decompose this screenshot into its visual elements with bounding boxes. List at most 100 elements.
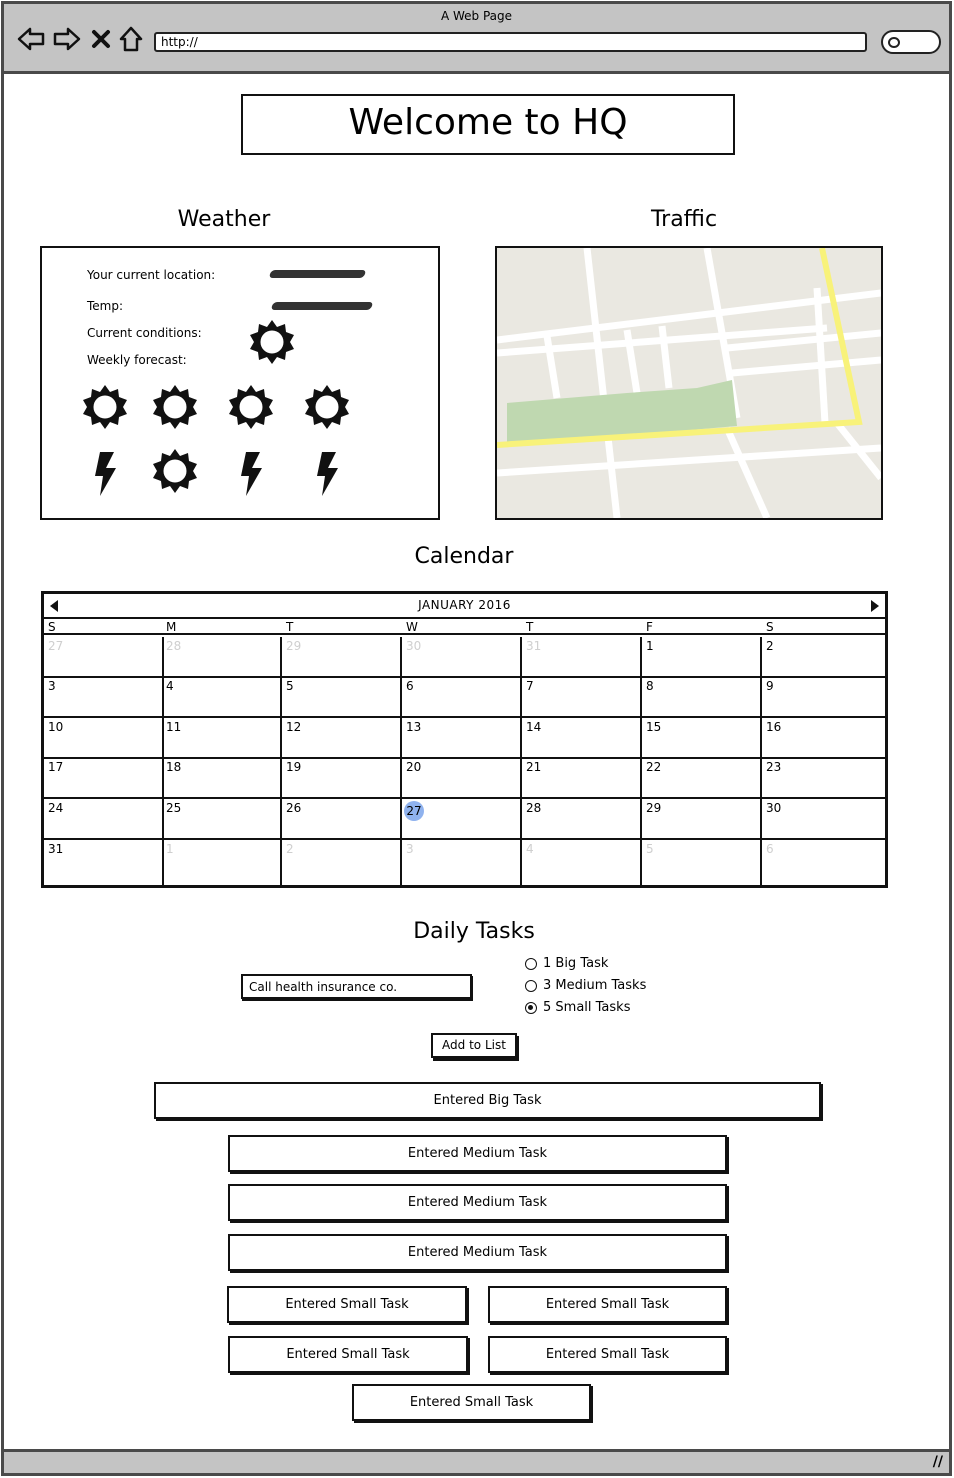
prev-month-icon[interactable] <box>50 600 58 612</box>
home-icon[interactable] <box>118 24 144 54</box>
calendar-day-cell[interactable]: 27 <box>402 799 522 840</box>
calendar-day-cell[interactable]: 3 <box>402 840 522 885</box>
calendar-day-number: 29 <box>646 801 662 815</box>
calendar-day-cell[interactable]: 23 <box>762 758 885 799</box>
calendar-day-cell[interactable]: 3 <box>44 677 164 718</box>
medium-task-item[interactable]: Entered Medium Task <box>228 1184 727 1221</box>
calendar-day-cell[interactable]: 24 <box>44 799 164 840</box>
conditions-label: Current conditions: <box>87 326 202 340</box>
sun-icon <box>229 385 273 429</box>
calendar-day-cell[interactable]: 21 <box>522 758 642 799</box>
calendar-widget: JANUARY 2016 SMTWTFS 27 28 29 30 31 1 2 3 4 5 6 7 8 9… <box>41 591 888 888</box>
task-input[interactable]: Call health insurance co. <box>241 974 472 999</box>
calendar-day-cell[interactable]: 25 <box>162 799 282 840</box>
calendar-day-cell[interactable]: 29 <box>642 799 762 840</box>
sun-icon <box>305 385 349 429</box>
calendar-day-number: 30 <box>766 801 782 815</box>
url-input[interactable]: http:// <box>154 32 867 52</box>
calendar-day-cell[interactable]: 30 <box>762 799 885 840</box>
calendar-day-number: 5 <box>646 842 654 856</box>
calendar-day-cell[interactable]: 30 <box>402 637 522 678</box>
small-task-item[interactable]: Entered Small Task <box>488 1336 727 1373</box>
sun-icon <box>83 385 127 429</box>
calendar-day-cell[interactable]: 8 <box>642 677 762 718</box>
calendar-day-cell[interactable]: 29 <box>282 637 402 678</box>
calendar-day-number: 27 <box>48 639 64 653</box>
calendar-heading: Calendar <box>414 544 514 569</box>
calendar-day-cell[interactable]: 7 <box>522 677 642 718</box>
calendar-day-cell[interactable]: 31 <box>522 637 642 678</box>
calendar-day-cell[interactable]: 6 <box>402 677 522 718</box>
small-task-item[interactable]: Entered Small Task <box>488 1286 727 1323</box>
radio-button[interactable] <box>525 957 537 970</box>
calendar-day-cell[interactable]: 1 <box>642 637 762 678</box>
calendar-day-cell[interactable]: 27 <box>44 637 164 678</box>
calendar-day-cell[interactable]: 5 <box>642 840 762 885</box>
add-to-list-button[interactable]: Add to List <box>431 1033 517 1058</box>
calendar-day-number: 13 <box>406 720 422 734</box>
medium-task-item[interactable]: Entered Medium Task <box>228 1135 727 1172</box>
calendar-day-number: 12 <box>286 720 302 734</box>
calendar-day-cell[interactable]: 14 <box>522 718 642 759</box>
calendar-day-cell[interactable]: 31 <box>44 840 164 885</box>
map-graphic <box>497 248 881 518</box>
calendar-day-cell[interactable]: 1 <box>162 840 282 885</box>
calendar-day-cell[interactable]: 19 <box>282 758 402 799</box>
next-month-icon[interactable] <box>871 600 879 612</box>
calendar-day-cell[interactable]: 2 <box>282 840 402 885</box>
calendar-day-number: 22 <box>646 760 662 774</box>
calendar-day-cell[interactable]: 28 <box>522 799 642 840</box>
radio-button[interactable] <box>525 979 537 992</box>
resize-grip-icon[interactable]: // <box>933 1454 943 1470</box>
radio-label: 1 Big Task <box>543 956 609 971</box>
calendar-day-cell[interactable]: 11 <box>162 718 282 759</box>
calendar-day-number: 5 <box>286 679 294 693</box>
calendar-day-number: 2 <box>766 639 774 653</box>
search-field[interactable] <box>881 30 941 54</box>
calendar-day-cell[interactable]: 17 <box>44 758 164 799</box>
big-task-item[interactable]: Entered Big Task <box>154 1082 821 1119</box>
calendar-day-cell[interactable]: 4 <box>522 840 642 885</box>
radio-big-task[interactable]: 1 Big Task <box>525 956 608 971</box>
window-title: A Web Page <box>440 9 513 23</box>
calendar-day-number: 27 <box>404 801 424 821</box>
calendar-day-cell[interactable]: 22 <box>642 758 762 799</box>
radio-small-tasks[interactable]: 5 Small Tasks <box>525 1000 630 1015</box>
calendar-day-cell[interactable]: 18 <box>162 758 282 799</box>
browser-toolbar: A Web Page http:// <box>4 4 949 74</box>
calendar-day-cell[interactable]: 28 <box>162 637 282 678</box>
calendar-day-cell[interactable]: 16 <box>762 718 885 759</box>
forward-arrow-icon[interactable] <box>52 24 82 54</box>
close-icon[interactable] <box>90 24 112 54</box>
calendar-day-cell[interactable]: 20 <box>402 758 522 799</box>
calendar-day-number: 8 <box>646 679 654 693</box>
calendar-day-cell[interactable]: 2 <box>762 637 885 678</box>
calendar-day-cell[interactable]: 5 <box>282 677 402 718</box>
weekday-label: S <box>48 620 56 634</box>
calendar-day-cell[interactable]: 13 <box>402 718 522 759</box>
calendar-day-cell[interactable]: 10 <box>44 718 164 759</box>
traffic-map[interactable] <box>495 246 883 520</box>
calendar-day-cell[interactable]: 6 <box>762 840 885 885</box>
calendar-day-cell[interactable]: 12 <box>282 718 402 759</box>
calendar-day-number: 26 <box>286 801 302 815</box>
sun-icon <box>153 449 197 493</box>
weekday-label: F <box>646 620 653 634</box>
browser-window: A Web Page http:// Welcome to HQ Weather… <box>1 1 952 1476</box>
calendar-day-number: 24 <box>48 801 64 815</box>
calendar-day-cell[interactable]: 9 <box>762 677 885 718</box>
calendar-day-number: 20 <box>406 760 422 774</box>
radio-button[interactable] <box>525 1001 537 1014</box>
calendar-day-cell[interactable]: 26 <box>282 799 402 840</box>
small-task-item[interactable]: Entered Small Task <box>228 1336 468 1373</box>
calendar-day-number: 31 <box>48 842 64 856</box>
back-arrow-icon[interactable] <box>16 24 46 54</box>
medium-task-item[interactable]: Entered Medium Task <box>228 1234 727 1271</box>
small-task-item[interactable]: Entered Small Task <box>352 1384 591 1421</box>
calendar-day-number: 4 <box>166 679 174 693</box>
calendar-day-cell[interactable]: 15 <box>642 718 762 759</box>
radio-medium-tasks[interactable]: 3 Medium Tasks <box>525 978 646 993</box>
calendar-day-number: 3 <box>48 679 56 693</box>
small-task-item[interactable]: Entered Small Task <box>227 1286 467 1323</box>
calendar-day-cell[interactable]: 4 <box>162 677 282 718</box>
